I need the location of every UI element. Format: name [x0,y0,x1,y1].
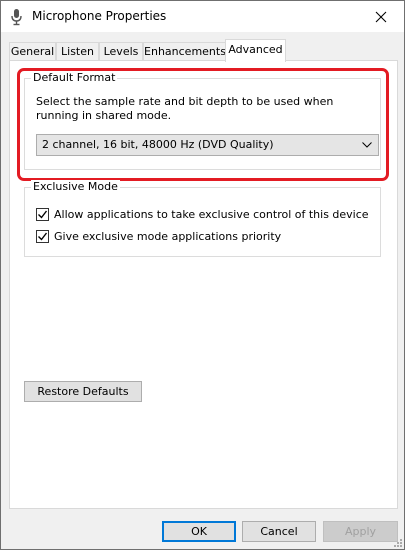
allow-exclusive-option[interactable]: Allow applications to take exclusive con… [36,206,369,222]
allow-exclusive-label: Allow applications to take exclusive con… [54,207,369,221]
apply-button[interactable]: Apply [323,521,398,542]
chevron-down-icon [362,142,372,148]
close-icon [375,11,387,22]
tab-levels[interactable]: Levels [99,42,143,61]
checkmark-icon [38,232,48,241]
default-format-dropdown[interactable]: 2 channel, 16 bit, 48000 Hz (DVD Quality… [36,134,379,156]
ok-button[interactable]: OK [162,521,236,542]
exclusive-priority-option[interactable]: Give exclusive mode applications priorit… [36,228,281,244]
tab-advanced[interactable]: Advanced [225,39,286,62]
exclusive-priority-label: Give exclusive mode applications priorit… [54,229,282,243]
title-bar[interactable]: Microphone Properties [1,1,404,32]
properties-window: Microphone Properties General Listen Lev… [0,0,405,550]
advanced-panel: Default Format Select the sample rate an… [9,60,398,509]
allow-exclusive-checkbox[interactable] [36,207,49,221]
tab-enhancements[interactable]: Enhancements [143,42,227,61]
tab-general[interactable]: General [9,42,56,61]
default-format-group: Default Format [24,71,381,170]
default-format-description: Select the sample rate and bit depth to … [36,95,334,122]
cancel-button[interactable]: Cancel [242,521,316,542]
tab-strip: General Listen Levels Enhancements Advan… [9,39,389,62]
exclusive-priority-checkbox[interactable] [36,229,49,243]
default-format-label: Default Format [31,71,118,85]
exclusive-mode-group: Exclusive Mode [24,180,381,257]
close-button[interactable] [358,1,404,32]
window-title: Microphone Properties [32,9,167,23]
tab-listen[interactable]: Listen [56,42,99,61]
microphone-icon [9,8,25,26]
checkmark-icon [38,210,48,219]
resize-grip-icon[interactable] [393,538,403,548]
default-format-value: 2 channel, 16 bit, 48000 Hz (DVD Quality… [42,138,274,151]
restore-defaults-button[interactable]: Restore Defaults [24,381,142,402]
exclusive-mode-label: Exclusive Mode [31,180,120,194]
